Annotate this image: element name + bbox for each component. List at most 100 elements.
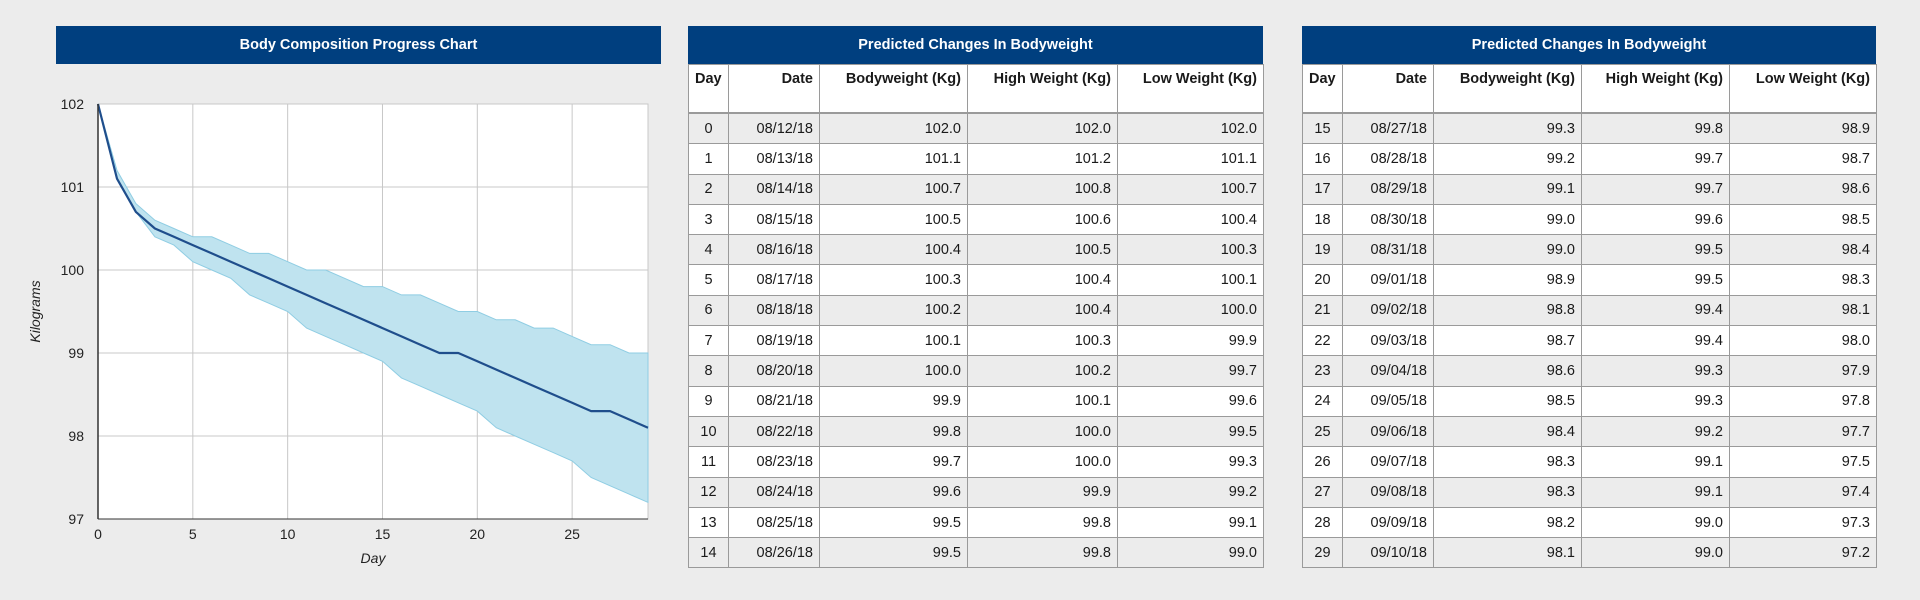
cell-bodyweight: 99.5 — [819, 537, 968, 569]
cell-low-weight: 100.4 — [1117, 203, 1264, 236]
cell-bodyweight: 99.0 — [1433, 234, 1582, 266]
cell-low-weight: 99.3 — [1117, 446, 1264, 478]
cell-low-weight: 97.3 — [1729, 506, 1877, 539]
cell-bodyweight: 99.2 — [1433, 143, 1582, 175]
cell-day: 6 — [688, 294, 729, 327]
cell-date: 09/01/18 — [1342, 264, 1434, 296]
cell-high-weight: 100.6 — [967, 203, 1118, 236]
cell-low-weight: 100.0 — [1117, 294, 1264, 327]
cell-date: 08/23/18 — [728, 446, 820, 478]
cell-day: 14 — [688, 537, 729, 569]
cell-day: 12 — [688, 476, 729, 508]
cell-high-weight: 99.3 — [1581, 355, 1730, 387]
col-header-bodyweight: Bodyweight (Kg) — [819, 64, 968, 113]
cell-low-weight: 101.1 — [1117, 143, 1264, 175]
table-row: 8 08/20/18 100.0 100.2 99.7 — [688, 355, 1264, 387]
cell-bodyweight: 98.3 — [1433, 446, 1582, 478]
table-row: 2 08/14/18 100.7 100.8 100.7 — [688, 173, 1264, 205]
cell-low-weight: 100.3 — [1117, 234, 1264, 266]
table-row: 1 08/13/18 101.1 101.2 101.1 — [688, 143, 1264, 175]
cell-bodyweight: 102.0 — [819, 112, 968, 145]
table-row: 6 08/18/18 100.2 100.4 100.0 — [688, 294, 1264, 327]
cell-bodyweight: 100.3 — [819, 264, 968, 296]
cell-date: 09/07/18 — [1342, 446, 1434, 478]
table-row: 23 09/04/18 98.6 99.3 97.9 — [1302, 355, 1877, 387]
cell-date: 09/08/18 — [1342, 476, 1434, 508]
cell-bodyweight: 99.9 — [819, 385, 968, 417]
cell-bodyweight: 99.6 — [819, 476, 968, 508]
table-header-left: Predicted Changes In Bodyweight — [688, 26, 1263, 64]
table-row: 11 08/23/18 99.7 100.0 99.3 — [688, 446, 1264, 478]
cell-bodyweight: 100.4 — [819, 234, 968, 266]
cell-low-weight: 98.3 — [1729, 264, 1877, 296]
cell-high-weight: 99.6 — [1581, 203, 1730, 236]
cell-high-weight: 100.3 — [967, 325, 1118, 357]
cell-bodyweight: 98.3 — [1433, 476, 1582, 508]
cell-date: 08/13/18 — [728, 143, 820, 175]
col-header-low-weight: Low Weight (Kg) — [1117, 64, 1264, 113]
cell-high-weight: 99.5 — [1581, 234, 1730, 266]
cell-high-weight: 100.4 — [967, 264, 1118, 296]
table-row: 27 09/08/18 98.3 99.1 97.4 — [1302, 476, 1877, 508]
cell-low-weight: 100.7 — [1117, 173, 1264, 205]
cell-date: 08/26/18 — [728, 537, 820, 569]
weight-table-days-15-29: Predicted Changes In Bodyweight Day Date… — [1302, 26, 1877, 569]
table-row: 20 09/01/18 98.9 99.5 98.3 — [1302, 264, 1877, 296]
cell-day: 11 — [688, 446, 729, 478]
x-tick-label: 5 — [189, 526, 197, 542]
cell-day: 27 — [1302, 476, 1343, 508]
cell-bodyweight: 99.3 — [1433, 112, 1582, 145]
cell-date: 08/15/18 — [728, 203, 820, 236]
table-title-left: Predicted Changes In Bodyweight — [858, 37, 1093, 53]
cell-high-weight: 99.7 — [1581, 173, 1730, 205]
cell-bodyweight: 101.1 — [819, 143, 968, 175]
cell-high-weight: 99.8 — [967, 506, 1118, 539]
cell-bodyweight: 98.2 — [1433, 506, 1582, 539]
cell-date: 09/09/18 — [1342, 506, 1434, 539]
weight-table-right: Day Date Bodyweight (Kg) High Weight (Kg… — [1302, 64, 1877, 569]
cell-day: 28 — [1302, 506, 1343, 539]
cell-day: 9 — [688, 385, 729, 417]
cell-day: 22 — [1302, 325, 1343, 357]
cell-date: 08/21/18 — [728, 385, 820, 417]
cell-day: 25 — [1302, 415, 1343, 448]
table-row: 3 08/15/18 100.5 100.6 100.4 — [688, 203, 1264, 236]
cell-low-weight: 98.0 — [1729, 325, 1877, 357]
x-tick-label: 15 — [375, 526, 391, 542]
cell-date: 08/12/18 — [728, 112, 820, 145]
table-row: 10 08/22/18 99.8 100.0 99.5 — [688, 415, 1264, 448]
cell-low-weight: 97.5 — [1729, 446, 1877, 478]
cell-low-weight: 99.6 — [1117, 385, 1264, 417]
x-tick-label: 20 — [470, 526, 486, 542]
y-tick-label: 97 — [68, 511, 84, 527]
cell-day: 16 — [1302, 143, 1343, 175]
cell-high-weight: 99.7 — [1581, 143, 1730, 175]
cell-day: 13 — [688, 506, 729, 539]
cell-high-weight: 100.8 — [967, 173, 1118, 205]
cell-day: 7 — [688, 325, 729, 357]
cell-low-weight: 99.7 — [1117, 355, 1264, 387]
cell-low-weight: 98.1 — [1729, 294, 1877, 327]
cell-bodyweight: 99.0 — [1433, 203, 1582, 236]
cell-bodyweight: 98.6 — [1433, 355, 1582, 387]
cell-day: 21 — [1302, 294, 1343, 327]
cell-low-weight: 98.4 — [1729, 234, 1877, 266]
cell-date: 08/16/18 — [728, 234, 820, 266]
cell-day: 20 — [1302, 264, 1343, 296]
table-row: 5 08/17/18 100.3 100.4 100.1 — [688, 264, 1264, 296]
y-axis-label: Kilograms — [27, 280, 43, 342]
cell-day: 15 — [1302, 112, 1343, 145]
cell-low-weight: 102.0 — [1117, 112, 1264, 145]
cell-low-weight: 99.0 — [1117, 537, 1264, 569]
cell-date: 08/24/18 — [728, 476, 820, 508]
table-row: 29 09/10/18 98.1 99.0 97.2 — [1302, 537, 1877, 569]
table-row: 22 09/03/18 98.7 99.4 98.0 — [1302, 325, 1877, 357]
y-tick-label: 99 — [68, 345, 84, 361]
cell-bodyweight: 98.7 — [1433, 325, 1582, 357]
table-row: 18 08/30/18 99.0 99.6 98.5 — [1302, 203, 1877, 236]
cell-bodyweight: 100.5 — [819, 203, 968, 236]
cell-low-weight: 98.7 — [1729, 143, 1877, 175]
table-row: 24 09/05/18 98.5 99.3 97.8 — [1302, 385, 1877, 417]
table-row: 4 08/16/18 100.4 100.5 100.3 — [688, 234, 1264, 266]
cell-high-weight: 99.4 — [1581, 325, 1730, 357]
